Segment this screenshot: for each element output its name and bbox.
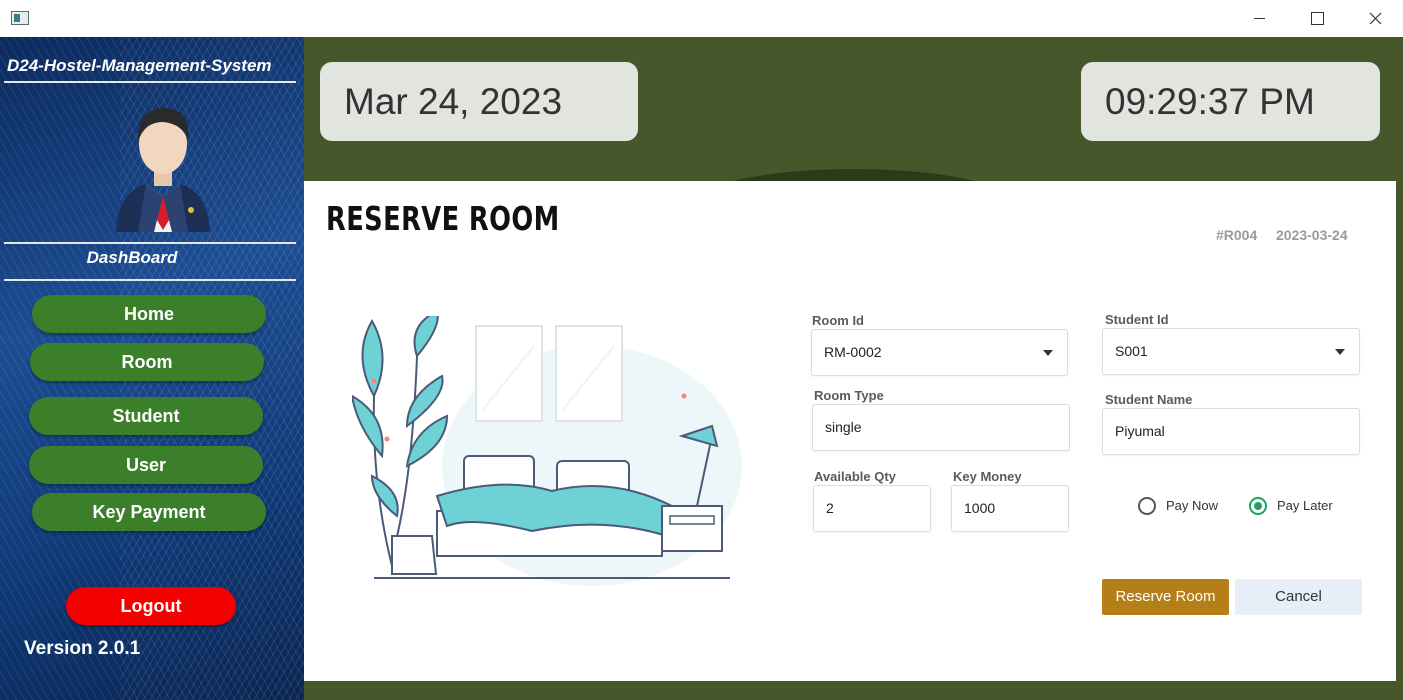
chevron-down-icon (1043, 350, 1053, 356)
key-money-label: Key Money (953, 469, 1022, 484)
minimize-icon[interactable] (1230, 0, 1288, 37)
reserve-room-button[interactable]: Reserve Room (1102, 579, 1229, 615)
student-id-label: Student Id (1105, 312, 1169, 327)
system-title: D24-Hostel-Management-System (7, 56, 272, 75)
version-label: Version 2.0.1 (24, 638, 141, 659)
background-edge (1396, 181, 1403, 681)
background-edge (304, 681, 1403, 700)
reserve-room-panel: RESERVE ROOM #R004 2023-03-24 Room Id RM… (304, 181, 1396, 681)
reservation-id: #R004 (1216, 227, 1258, 243)
cancel-button[interactable]: Cancel (1235, 579, 1362, 615)
nav-room-button[interactable]: Room (30, 343, 264, 381)
student-id-value: S001 (1115, 343, 1148, 359)
key-money-field[interactable]: 1000 (951, 485, 1069, 532)
logout-button[interactable]: Logout (66, 587, 236, 625)
student-name-label: Student Name (1105, 392, 1193, 407)
bedroom-illustration (352, 316, 742, 586)
divider (4, 242, 296, 244)
room-id-value: RM-0002 (824, 344, 882, 360)
student-id-select[interactable]: S001 (1102, 328, 1360, 375)
maximize-icon[interactable] (1288, 0, 1346, 37)
pay-now-label: Pay Now (1166, 498, 1219, 513)
nav-key-payment-button[interactable]: Key Payment (32, 493, 266, 531)
nav-user-button[interactable]: User (29, 446, 263, 484)
room-type-label: Room Type (814, 388, 884, 403)
divider (4, 279, 296, 281)
window-title-bar (0, 0, 1403, 37)
room-id-label: Room Id (812, 313, 864, 328)
dashboard-title: DashBoard (86, 248, 178, 267)
page-title: RESERVE ROOM (326, 199, 560, 238)
pay-later-radio[interactable]: Pay Later (1249, 497, 1349, 517)
nav-home-button[interactable]: Home (32, 295, 266, 333)
chevron-down-icon (1335, 349, 1345, 355)
radio-unchecked-icon (1138, 497, 1156, 515)
divider (4, 81, 296, 83)
date-display: Mar 24, 2023 (320, 62, 638, 141)
nav-student-button[interactable]: Student (29, 397, 263, 435)
user-avatar-icon (116, 108, 210, 232)
room-id-select[interactable]: RM-0002 (811, 329, 1068, 376)
header-decoration (684, 169, 1024, 181)
pay-now-radio[interactable]: Pay Now (1138, 497, 1228, 517)
available-qty-field[interactable]: 2 (813, 485, 931, 532)
reservation-date: 2023-03-24 (1276, 227, 1348, 243)
sidebar: D24-Hostel-Management-System DashBoard H… (0, 37, 304, 700)
radio-checked-icon (1249, 497, 1267, 515)
header-area: Mar 24, 2023 09:29:37 PM (304, 37, 1403, 181)
pay-later-label: Pay Later (1277, 498, 1333, 513)
student-name-field[interactable]: Piyumal (1102, 408, 1360, 455)
room-type-field[interactable]: single (812, 404, 1070, 451)
close-icon[interactable] (1346, 0, 1403, 37)
available-qty-label: Available Qty (814, 469, 896, 484)
time-display: 09:29:37 PM (1081, 62, 1380, 141)
app-icon (11, 11, 29, 25)
